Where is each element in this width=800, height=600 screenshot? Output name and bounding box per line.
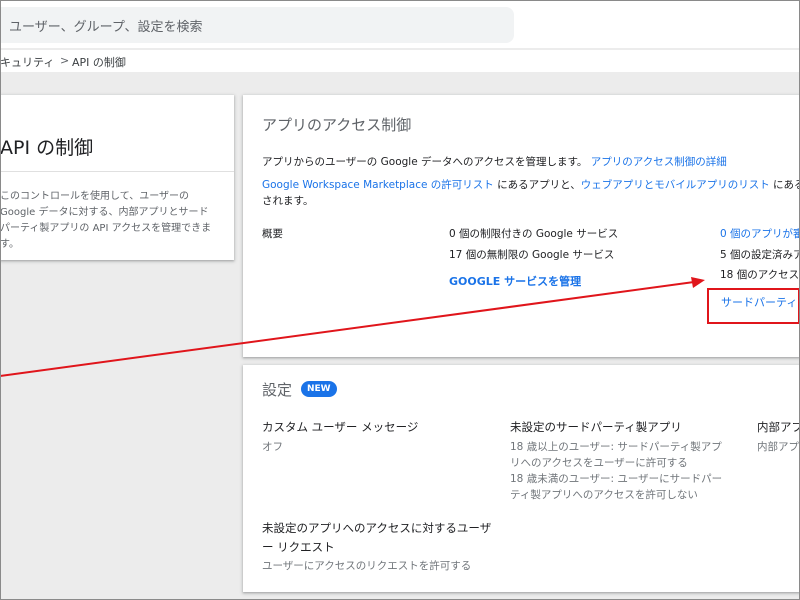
settings-title: 設定 [262, 381, 293, 399]
intro-line-1: アプリからのユーザーの Google データへのアクセスを管理します。 アプリの… [262, 154, 727, 169]
app-access-details-link[interactable]: アプリのアクセス制御の詳細 [591, 156, 727, 168]
desc-line: ティ製アプリへのアクセスを許可しない [510, 489, 698, 501]
desc-line: 18 歳以上のユーザー: サードパーティ製アプ [510, 441, 722, 453]
unconfigured-third-party-apps-desc: 18 歳以上のユーザー: サードパーティ製アプ リへのアクセスをユーザーに許可す… [510, 439, 750, 503]
intro-line-3: されます。 [262, 195, 314, 207]
breadcrumb-separator: > [60, 54, 70, 67]
section-title: アプリのアクセス制御 [262, 116, 412, 134]
internal-apps-label[interactable]: 内部アプ [757, 419, 800, 435]
web-mobile-apps-list-link[interactable]: ウェブアプリとモバイルアプリのリスト [581, 179, 770, 191]
desc-line: リへのアクセスをユーザーに許可する [510, 457, 688, 469]
search-input[interactable]: ユーザー、グループ、設定を検索 [0, 7, 514, 43]
configured-apps-count: 5 個の設定済みア [720, 249, 800, 261]
breadcrumb: キュリティ > API の制御 [0, 50, 800, 72]
annotation-highlight-box [707, 288, 800, 324]
intro-mid-text: にあるアプリと、 [493, 179, 581, 191]
restricted-services-count: 0 個の制限付きの Google サービス [449, 228, 619, 240]
desc-line: 18 歳未満のユーザー: ユーザーにサードパー [510, 473, 723, 485]
apps-under-review-link[interactable]: 0 個のアプリが審 [720, 226, 800, 241]
overview-label: 概要 [262, 228, 283, 240]
manage-google-services-link[interactable]: GOOGLE サービスを管理 [449, 273, 581, 289]
unrestricted-services-count: 17 個の無制限の Google サービス [449, 249, 615, 261]
custom-user-message-label[interactable]: カスタム ユーザー メッセージ [262, 419, 418, 435]
user-access-request-value: ユーザーにアクセスのリクエストを許可する [262, 560, 472, 572]
unconfigured-third-party-apps-label[interactable]: 未設定のサードパーティ製アプリ [510, 419, 682, 435]
user-access-request-label[interactable]: 未設定のアプリへのアクセスに対するユーザ ー リクエスト [262, 519, 491, 557]
label-line: 未設定のアプリへのアクセスに対するユーザ [262, 521, 492, 535]
label-line: ー リクエスト [262, 540, 335, 554]
top-bar: ユーザー、グループ、設定を検索 [0, 0, 800, 48]
desc-line: このコントロールを使用して、ユーザーの [0, 191, 189, 202]
marketplace-allowlist-link[interactable]: Google Workspace Marketplace の許可リスト [262, 179, 494, 191]
intro-text: アプリからのユーザーの Google データへのアクセスを管理します。 [262, 156, 588, 168]
breadcrumb-parent-link[interactable]: キュリティ [0, 54, 54, 70]
breadcrumb-current: API の制御 [72, 56, 126, 69]
search-placeholder: ユーザー、グループ、設定を検索 [9, 20, 203, 35]
desc-line: す。 [0, 239, 19, 250]
api-controls-card: API の制御 このコントロールを使用して、ユーザーの Google データに対… [0, 95, 234, 260]
intro-line-2: Google Workspace Marketplace の許可リスト にあるア… [262, 177, 800, 192]
page-description: このコントロールを使用して、ユーザーの Google データに対する、内部アプリ… [0, 189, 228, 253]
internal-apps-value: 内部アプ [757, 441, 799, 453]
new-badge: NEW [301, 381, 337, 397]
settings-card: 設定 カスタム ユーザー メッセージ オフ 未設定のサードパーティ製アプリ 18… [243, 365, 800, 592]
desc-line: パーティ製アプリの API アクセスを管理できま [0, 223, 212, 234]
page-title: API の制御 [0, 137, 94, 159]
desc-line: Google データに対する、内部アプリとサード [0, 207, 209, 218]
divider [0, 171, 234, 172]
custom-user-message-value: オフ [262, 441, 283, 453]
accessed-apps-count: 18 個のアクセス [720, 269, 800, 281]
intro-tail-text: にある A [773, 179, 800, 191]
